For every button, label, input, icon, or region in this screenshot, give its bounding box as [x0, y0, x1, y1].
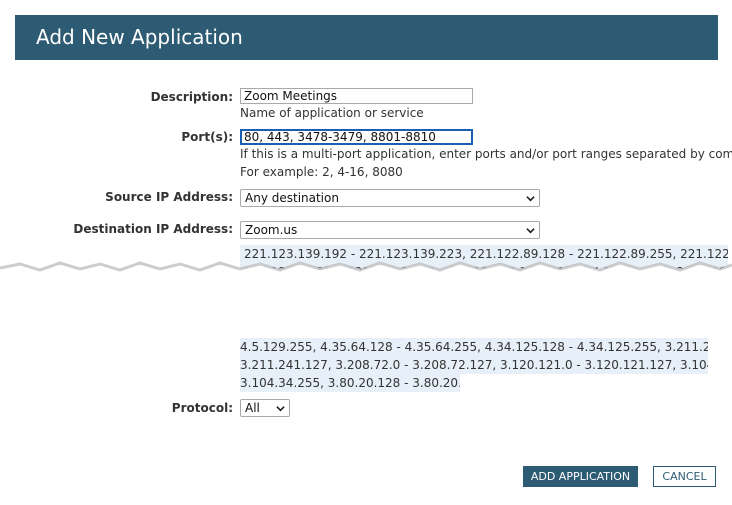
protocol-select[interactable]: All	[240, 399, 290, 417]
ip-range-line: 4.5.129.255, 4.35.64.128 - 4.35.64.255, …	[240, 340, 708, 354]
chevron-down-icon	[526, 228, 535, 234]
ip-range-line: 3.211.241.127, 3.208.72.0 - 3.208.72.127…	[240, 358, 708, 372]
description-label: Description:	[150, 90, 233, 104]
dialog-header: Add New Application	[15, 15, 718, 60]
ports-input[interactable]	[240, 129, 473, 145]
dialog-title: Add New Application	[36, 25, 243, 49]
description-hint: Name of application or service	[240, 106, 424, 120]
description-input[interactable]	[240, 88, 473, 104]
add-application-button[interactable]: ADD APPLICATION	[523, 466, 638, 487]
torn-edge-break	[0, 261, 732, 296]
ports-example: For example: 2, 4-16, 8080	[240, 165, 403, 179]
ip-block-mask	[460, 374, 732, 394]
chevron-down-icon	[276, 406, 285, 412]
source-ip-label: Source IP Address:	[105, 190, 233, 204]
ports-label: Port(s):	[181, 130, 233, 144]
source-ip-value: Any destination	[245, 191, 339, 205]
protocol-label: Protocol:	[171, 401, 233, 415]
destination-ip-select[interactable]: Zoom.us	[240, 221, 540, 239]
protocol-value: All	[245, 401, 260, 415]
ports-hint: If this is a multi-port application, ent…	[240, 147, 732, 161]
destination-ip-value: Zoom.us	[245, 223, 298, 237]
destination-ip-label: Destination IP Address:	[73, 222, 233, 236]
cancel-button[interactable]: CANCEL	[653, 466, 716, 487]
chevron-down-icon	[526, 196, 535, 202]
source-ip-select[interactable]: Any destination	[240, 189, 540, 207]
